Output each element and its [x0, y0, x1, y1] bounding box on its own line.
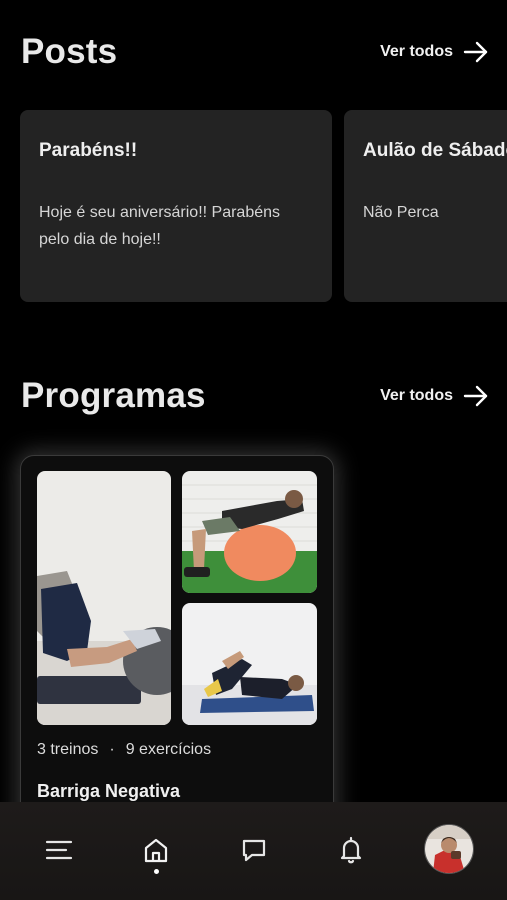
meta-separator: · [109, 741, 115, 758]
programs-see-all-link[interactable]: Ver todos [380, 385, 489, 407]
bottom-nav [0, 802, 507, 900]
post-card[interactable]: Parabéns!! Hoje é seu aniversário!! Para… [20, 110, 332, 302]
nav-chat-button[interactable] [230, 826, 278, 874]
programs-title: Programas [21, 376, 206, 415]
program-image-grid [37, 471, 317, 725]
programs-header: Programas Ver todos [21, 376, 489, 416]
posts-see-all-link[interactable]: Ver todos [380, 41, 489, 63]
posts-title: Posts [21, 32, 118, 71]
arrow-right-icon [463, 385, 488, 407]
nav-notifications-button[interactable] [327, 826, 375, 874]
menu-icon [45, 840, 73, 860]
post-title: Aulão de Sábado [363, 140, 507, 161]
posts-header: Posts Ver todos [21, 32, 489, 72]
exercise-image [37, 471, 171, 725]
post-body: Não Perca [363, 204, 439, 221]
nav-menu-button[interactable] [35, 826, 83, 874]
program-meta: 3 treinos · 9 exercícios [37, 741, 211, 759]
home-icon [144, 838, 168, 863]
workouts-count: 3 treinos [37, 741, 99, 758]
exercise-image [182, 471, 317, 593]
nav-home-button[interactable] [132, 826, 180, 874]
see-all-label: Ver todos [380, 387, 453, 404]
active-indicator [154, 869, 159, 874]
posts-carousel[interactable]: Parabéns!! Hoje é seu aniversário!! Para… [20, 110, 507, 302]
program-name: Barriga Negativa [37, 781, 181, 801]
bell-icon [340, 836, 362, 864]
program-card[interactable]: 3 treinos · 9 exercícios Barriga Negativ… [20, 455, 334, 837]
avatar[interactable] [424, 824, 474, 874]
chat-icon [242, 839, 266, 862]
arrow-right-icon [463, 41, 488, 63]
post-body: Hoje é seu aniversário!! Parabéns pelo d… [39, 204, 281, 248]
see-all-label: Ver todos [380, 43, 453, 60]
post-card[interactable]: Aulão de Sábado Não Perca [344, 110, 507, 302]
post-title: Parabéns!! [39, 140, 138, 161]
exercise-image [182, 603, 317, 725]
exercises-count: 9 exercícios [125, 741, 212, 758]
